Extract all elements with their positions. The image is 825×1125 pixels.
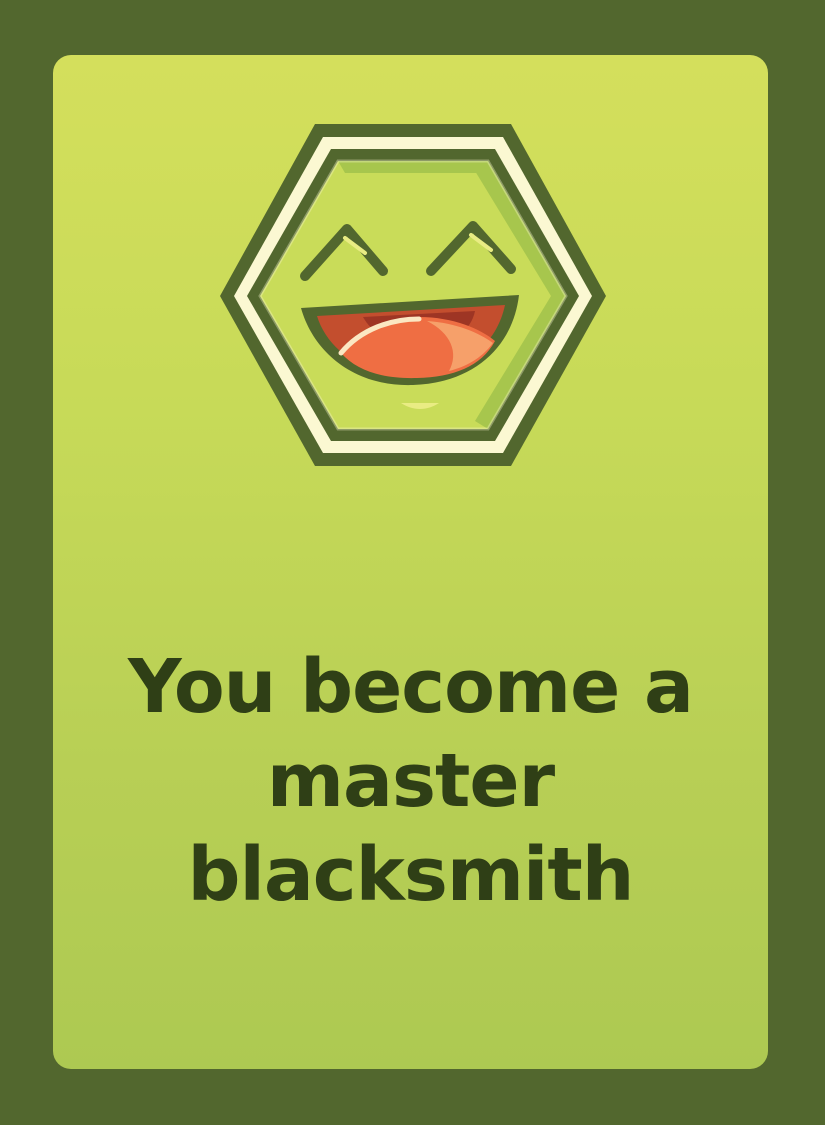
laughing-face-hexagon-icon xyxy=(220,124,606,466)
outcome-message: You become a master blacksmith xyxy=(128,644,694,918)
outcome-card: You become a master blacksmith xyxy=(53,55,768,1069)
